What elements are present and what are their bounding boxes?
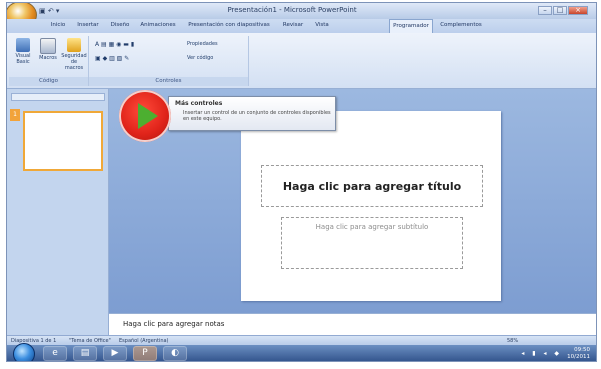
group-code: Visual Basic Macros Seguridad de macros … xyxy=(9,36,89,86)
internet-explorer-icon[interactable]: e xyxy=(43,346,67,361)
tooltip-body: Insertar un control de un conjunto de co… xyxy=(183,110,331,122)
more-controls-tooltip: Más controles Insertar un control de un … xyxy=(168,96,336,131)
visual-basic-icon xyxy=(16,38,30,52)
clock-date: 10/2011 xyxy=(567,354,590,360)
properties-button[interactable]: Propiedades xyxy=(187,40,218,49)
tab-presentacion[interactable]: Presentación con diapositivas xyxy=(183,19,275,32)
other-app-icon[interactable]: ◐ xyxy=(163,346,187,361)
slide-number-badge: 1 xyxy=(10,109,20,121)
visual-basic-label: Visual Basic xyxy=(15,53,31,65)
ribbon: Visual Basic Macros Seguridad de macros … xyxy=(7,33,596,89)
group-controls-label: Controles xyxy=(89,77,248,86)
powerpoint-window: Presentación1 - Microsoft PowerPoint ▣ ↶… xyxy=(6,2,597,362)
powerpoint-icon[interactable]: P xyxy=(133,346,157,361)
maximize-button[interactable]: □ xyxy=(553,6,567,15)
notes-pane[interactable]: Haga clic para agregar notas xyxy=(109,313,596,335)
slide-thumbnail[interactable] xyxy=(23,111,103,171)
zoom-level[interactable]: 58% xyxy=(507,337,518,345)
clock-time: 09:50 xyxy=(574,347,590,353)
subtitle-placeholder[interactable]: Haga clic para agregar subtítulo xyxy=(281,217,463,269)
notes-placeholder: Haga clic para agregar notas xyxy=(123,320,225,328)
panel-tabs[interactable] xyxy=(11,93,105,101)
visual-basic-button[interactable]: Visual Basic xyxy=(11,38,35,65)
group-code-label: Código xyxy=(9,77,88,86)
controls-row-2[interactable]: ▣ ◆ ▥ ▧ ✎ xyxy=(95,54,129,63)
tab-insertar[interactable]: Insertar xyxy=(73,19,103,32)
tab-animaciones[interactable]: Animaciones xyxy=(137,19,179,32)
controls-row-1[interactable]: A ▤ ▦ ◉ ▬ ▮ xyxy=(95,40,134,49)
start-orb-icon[interactable] xyxy=(13,343,35,361)
taskbar: e ▤ ▶ P ◐ ◂ ▮ ◂ ◆ 09:50 10/2011 xyxy=(7,343,596,361)
file-explorer-icon[interactable]: ▤ xyxy=(73,346,97,361)
title-bar: Presentación1 - Microsoft PowerPoint ▣ ↶… xyxy=(7,3,596,19)
tab-revisar[interactable]: Revisar xyxy=(279,19,307,32)
play-icon xyxy=(138,103,158,129)
window-title: Presentación1 - Microsoft PowerPoint xyxy=(227,6,357,14)
status-bar: Diapositiva 1 de 1 "Tema de Office" Espa… xyxy=(7,335,596,345)
view-code-button[interactable]: Ver código xyxy=(187,54,213,63)
tab-diseno[interactable]: Diseño xyxy=(107,19,133,32)
quick-access-toolbar[interactable]: ▣ ↶ ▾ xyxy=(39,6,79,16)
system-tray[interactable]: ◂ ▮ ◂ ◆ xyxy=(521,350,562,357)
ribbon-tabs: Inicio Insertar Diseño Animaciones Prese… xyxy=(7,19,596,33)
tab-complementos[interactable]: Complementos xyxy=(439,19,483,32)
tooltip-title: Más controles xyxy=(175,100,223,107)
macro-security-icon xyxy=(67,38,81,52)
clock[interactable]: 09:50 10/2011 xyxy=(567,347,590,361)
slides-panel: 1 xyxy=(7,89,109,335)
minimize-button[interactable]: – xyxy=(538,6,552,15)
macro-security-button[interactable]: Seguridad de macros xyxy=(61,38,87,71)
tab-programador[interactable]: Programador xyxy=(389,19,433,33)
macros-label: Macros xyxy=(39,55,57,61)
slide-canvas[interactable]: Haga clic para agregar título Haga clic … xyxy=(241,111,501,301)
play-button[interactable] xyxy=(119,90,171,142)
title-placeholder[interactable]: Haga clic para agregar título xyxy=(261,165,483,207)
media-player-icon[interactable]: ▶ xyxy=(103,346,127,361)
theme-name: "Tema de Office" xyxy=(69,338,111,344)
macros-icon xyxy=(40,38,56,54)
language-indicator[interactable]: Español (Argentina) xyxy=(119,337,169,345)
close-button[interactable]: × xyxy=(568,6,588,15)
tab-inicio[interactable]: Inicio xyxy=(47,19,69,32)
macro-security-label: Seguridad de macros xyxy=(61,53,87,71)
group-controls: A ▤ ▦ ◉ ▬ ▮ ▣ ◆ ▥ ▧ ✎ Propiedades Ver có… xyxy=(89,36,249,86)
tab-vista[interactable]: Vista xyxy=(311,19,333,32)
macros-button[interactable]: Macros xyxy=(36,38,60,61)
